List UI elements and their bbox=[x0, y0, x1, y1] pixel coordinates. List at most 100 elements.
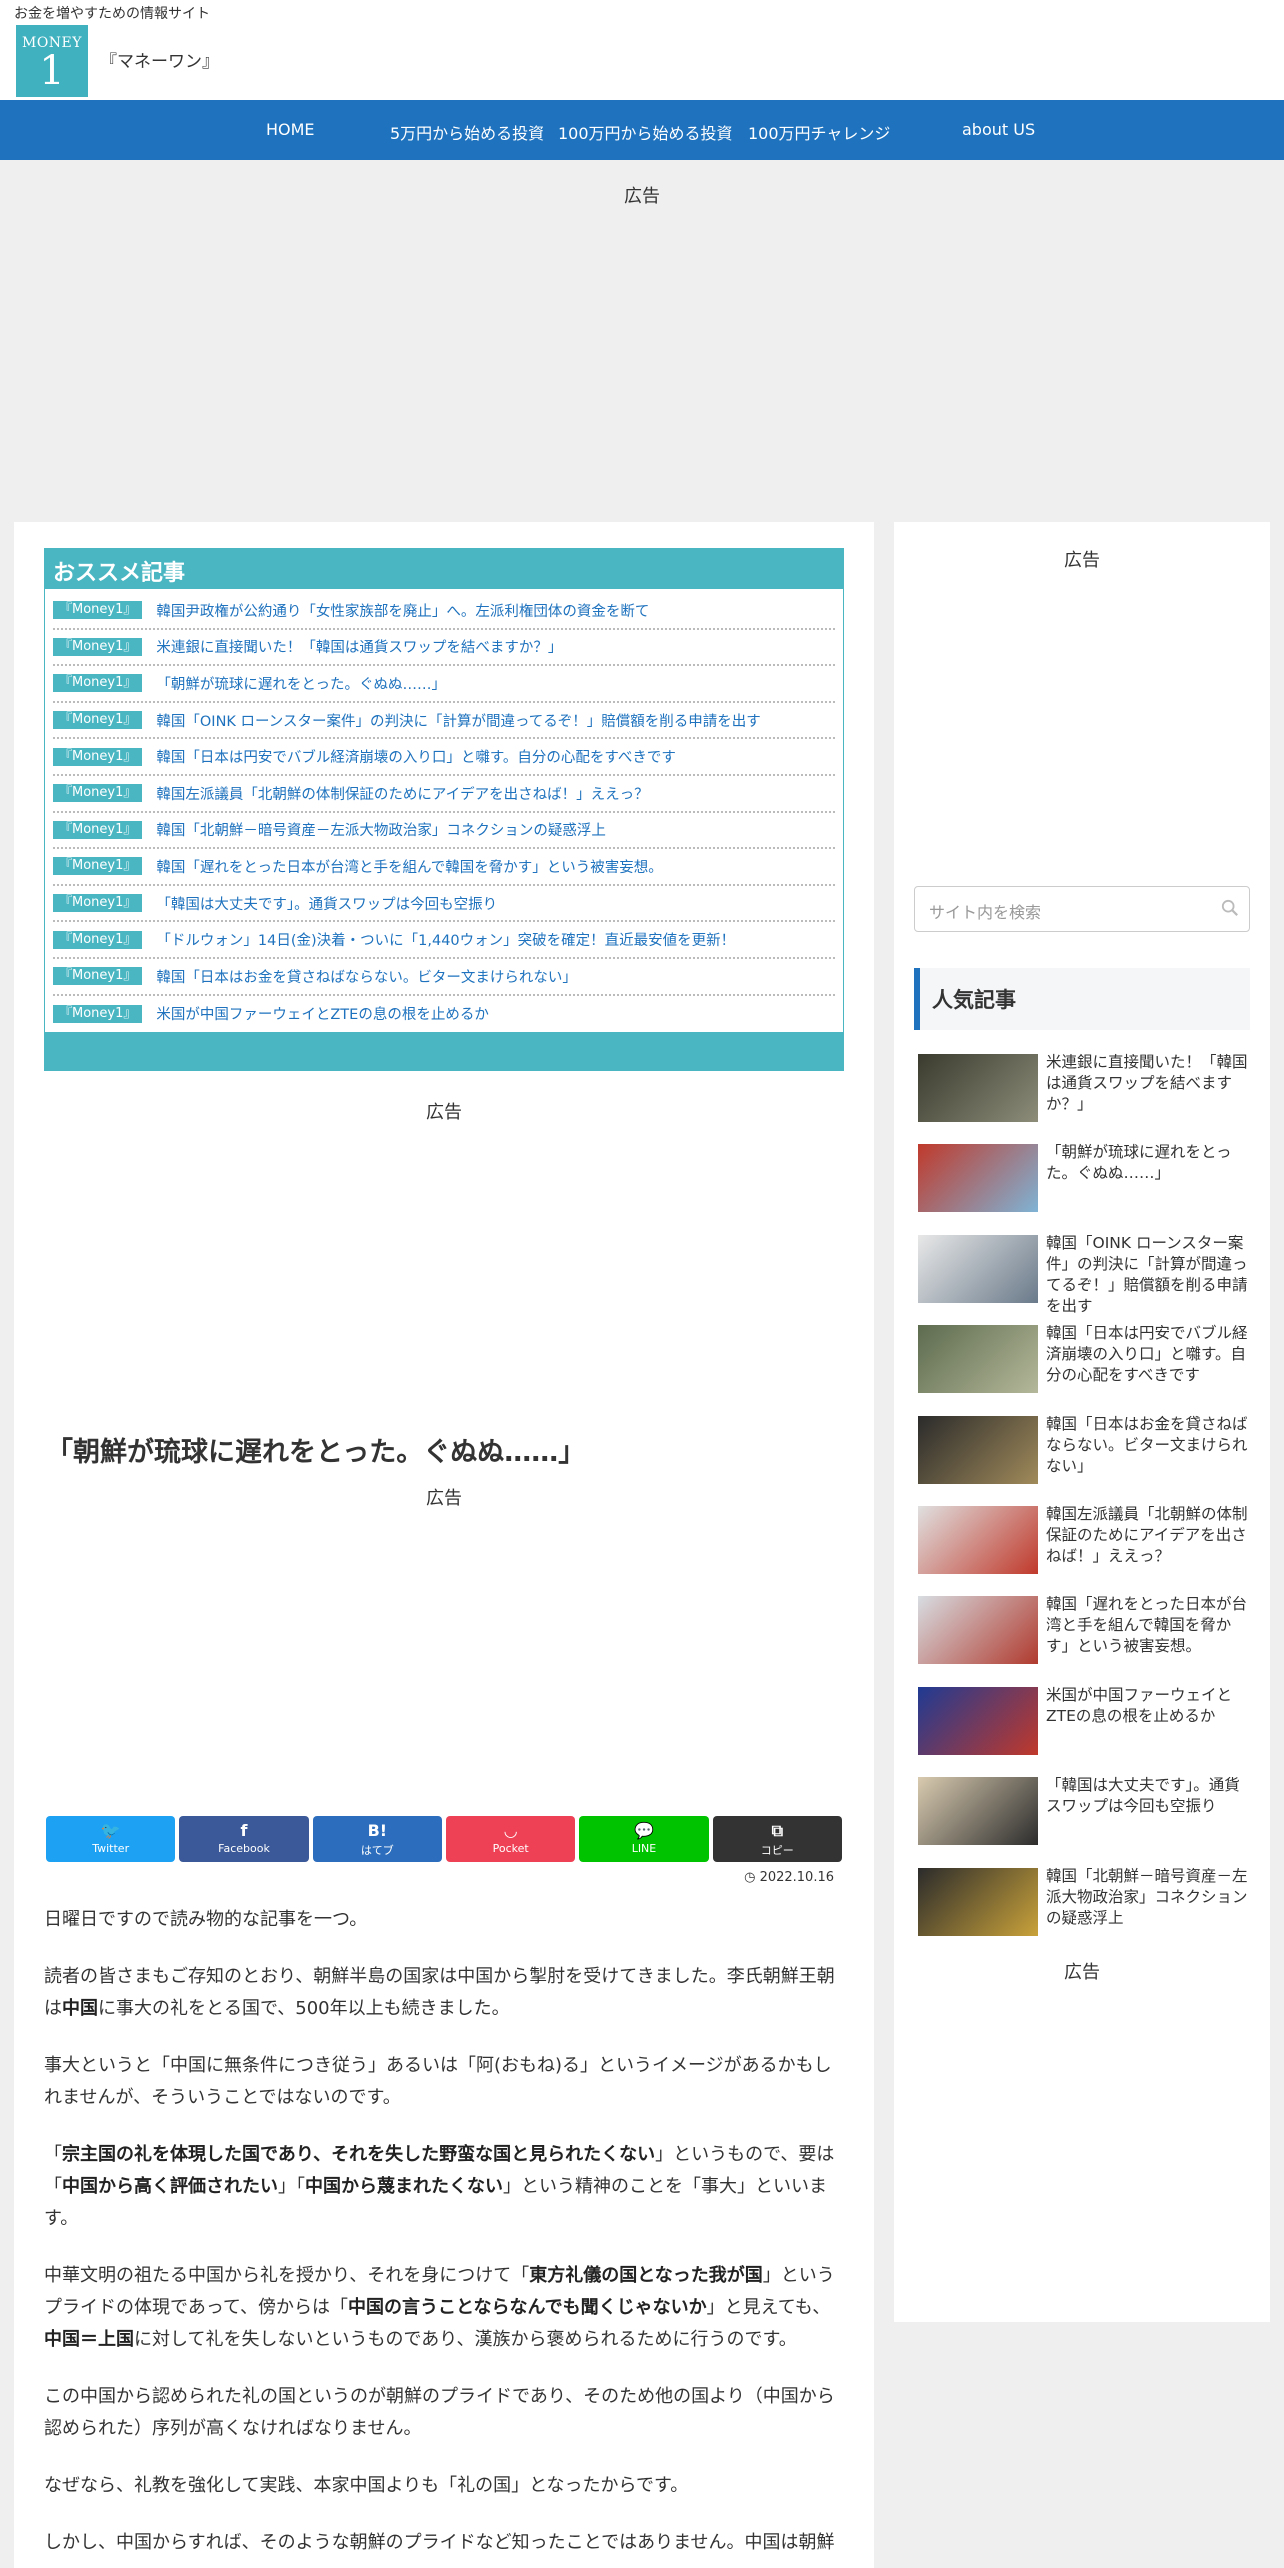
ad-label-mid: 広告 bbox=[426, 1102, 462, 1123]
search-icon[interactable] bbox=[1221, 899, 1239, 917]
recommended-link[interactable]: 韓国「遅れをとった日本が台湾と手を組んで韓国を脅かす」という被害妄想。 bbox=[156, 856, 662, 877]
main-content: おススメ記事 『Money1』 韓国尹政権が公約通り「女性家族部を廃止」へ。左派利… bbox=[14, 522, 874, 2568]
nav-item-invest-1m[interactable]: 100万円から始める投資 bbox=[558, 120, 733, 144]
share-label: Facebook bbox=[218, 1842, 270, 1855]
popular-heading: 人気記事 bbox=[914, 968, 1250, 1030]
popular-item[interactable]: 韓国「日本はお金を貸さねばならない。ビター文まけられない」 bbox=[918, 1414, 1254, 1506]
popular-item[interactable]: 米連銀に直接聞いた！「韓国は通貨スワップを結べますか？」 bbox=[918, 1052, 1254, 1144]
line-icon: 💬 bbox=[634, 1821, 654, 1840]
recommended-link[interactable]: 「韓国は大丈夫です」。通貨スワップは今回も空振り bbox=[156, 893, 497, 914]
share-label: Twitter bbox=[92, 1842, 130, 1855]
recommended-link[interactable]: 韓国左派議員「北朝鮮の体制保証のためにアイデアを出さねば！」ええっ？ bbox=[156, 783, 648, 804]
popular-thumbnail[interactable] bbox=[918, 1777, 1038, 1846]
recommended-footer bbox=[45, 1032, 843, 1071]
popular-item[interactable]: 韓国「遅れをとった日本が台湾と手を組んで韓国を脅かす」という被害妄想。 bbox=[918, 1594, 1254, 1686]
recommended-item[interactable]: 『Money1』 韓国「日本は円安でバブル経済崩壊の入り口」と囃す。自分の心配をす… bbox=[53, 739, 835, 776]
recommended-item[interactable]: 『Money1』 韓国「遅れをとった日本が台湾と手を組んで韓国を脅かす」という被害… bbox=[53, 849, 835, 886]
popular-title[interactable]: 韓国「日本はお金を貸さねばならない。ビター文まけられない」 bbox=[1046, 1414, 1254, 1477]
hatena-icon: B! bbox=[367, 1821, 388, 1840]
recommended-item[interactable]: 『Money1』 米国が中国ファーウェイとZTEの息の根を止めるか bbox=[53, 996, 835, 1033]
recommended-list: 『Money1』 韓国尹政権が公約通り「女性家族部を廃止」へ。左派利権団体の資金を… bbox=[45, 589, 843, 1032]
popular-item[interactable]: 米国が中国ファーウェイとZTEの息の根を止めるか bbox=[918, 1685, 1254, 1777]
recommended-link[interactable]: 韓国「日本は円安でバブル経済崩壊の入り口」と囃す。自分の心配をすべきです bbox=[156, 746, 676, 767]
recommended-item[interactable]: 『Money1』 韓国左派議員「北朝鮮の体制保証のためにアイデアを出さねば！」ええ… bbox=[53, 776, 835, 813]
popular-item[interactable]: 「韓国は大丈夫です」。通貨スワップは今回も空振り bbox=[918, 1775, 1254, 1867]
recommended-badge: 『Money1』 bbox=[53, 637, 143, 656]
recommended-badge: 『Money1』 bbox=[53, 711, 143, 730]
recommended-item[interactable]: 『Money1』 「韓国は大丈夫です」。通貨スワップは今回も空振り bbox=[53, 886, 835, 923]
popular-thumbnail[interactable] bbox=[918, 1415, 1038, 1484]
recommended-item[interactable]: 『Money1』 韓国尹政権が公約通り「女性家族部を廃止」へ。左派利権団体の資金を… bbox=[53, 593, 835, 630]
recommended-item[interactable]: 『Money1』 韓国「北朝鮮－暗号資産－左派大物政治家」コネクションの疑惑浮上 bbox=[53, 813, 835, 850]
share-button-はてブ[interactable]: B! はてブ bbox=[312, 1816, 442, 1862]
recommended-link[interactable]: 韓国「北朝鮮－暗号資産－左派大物政治家」コネクションの疑惑浮上 bbox=[156, 819, 606, 840]
recommended-badge: 『Money1』 bbox=[53, 601, 143, 620]
recommended-badge: 『Money1』 bbox=[53, 1004, 143, 1023]
ad-label-article: 広告 bbox=[426, 1488, 462, 1509]
recommended-item[interactable]: 『Money1』 韓国「日本はお金を貸さねばならない。ビター文まけられない」 bbox=[53, 959, 835, 996]
recommended-link[interactable]: 韓国「日本はお金を貸さねばならない。ビター文まけられない」 bbox=[156, 966, 577, 987]
recommended-link[interactable]: 韓国「OINK ローンスター案件」の判決に「計算が間違ってるぞ！」賠償額を削る申… bbox=[156, 710, 760, 731]
recommended-link[interactable]: 「ドルウォン」14日(金)決着・ついに「1,440ウォン」突破を確定！直近最安値… bbox=[156, 929, 735, 950]
popular-item[interactable]: 韓国「北朝鮮－暗号資産－左派大物政治家」コネクションの疑惑浮上 bbox=[918, 1866, 1254, 1958]
popular-title[interactable]: 韓国「日本は円安でバブル経済崩壊の入り口」と囃す。自分の心配をすべきです bbox=[1046, 1323, 1254, 1386]
paragraph-5: 中華文明の祖たる中国から礼を授かり、それを身につけて「東方礼儀の国となった我が国… bbox=[44, 2265, 835, 2350]
recommended-link[interactable]: 韓国尹政権が公約通り「女性家族部を廃止」へ。左派利権団体の資金を断て bbox=[156, 600, 649, 621]
popular-title[interactable]: 韓国左派議員「北朝鮮の体制保証のためにアイデアを出さねば！」ええっ？ bbox=[1046, 1504, 1254, 1567]
popular-title[interactable]: 韓国「OINK ローンスター案件」の判決に「計算が間違ってるぞ！」賠償額を削る申… bbox=[1046, 1233, 1254, 1317]
search-placeholder: サイト内を検索 bbox=[929, 903, 1042, 922]
popular-title[interactable]: 米連銀に直接聞いた！「韓国は通貨スワップを結べますか？」 bbox=[1046, 1052, 1254, 1115]
popular-thumbnail[interactable] bbox=[918, 1054, 1038, 1122]
popular-title[interactable]: 韓国「北朝鮮－暗号資産－左派大物政治家」コネクションの疑惑浮上 bbox=[1046, 1866, 1254, 1929]
site-name[interactable]: 『マネーワン』 bbox=[100, 47, 219, 72]
popular-thumbnail[interactable] bbox=[918, 1505, 1038, 1574]
recommended-badge: 『Money1』 bbox=[53, 674, 143, 693]
recommended-link[interactable]: 米国が中国ファーウェイとZTEの息の根を止めるか bbox=[156, 1003, 488, 1024]
popular-thumbnail[interactable] bbox=[918, 1325, 1038, 1394]
recommended-badge: 『Money1』 bbox=[53, 784, 143, 803]
site-logo[interactable]: MONEY 1 bbox=[16, 25, 88, 97]
main-nav: HOME 5万円から始める投資 100万円から始める投資 100万円チャレンジ … bbox=[0, 100, 1284, 160]
popular-thumbnail[interactable] bbox=[918, 1596, 1038, 1665]
popular-title[interactable]: 「韓国は大丈夫です」。通貨スワップは今回も空振り bbox=[1046, 1775, 1254, 1817]
article-title: 「朝鮮が琉球に遅れをとった。ぐぬぬ……」 bbox=[46, 1437, 586, 1468]
recommended-heading: おススメ記事 bbox=[45, 549, 843, 589]
ad-label-top: 広告 bbox=[624, 186, 660, 207]
share-button-pocket[interactable]: ◡ Pocket bbox=[445, 1816, 576, 1862]
nav-item-home[interactable]: HOME bbox=[266, 120, 315, 139]
paragraph-7: なぜなら、礼教を強化して実践、本家中国よりも「礼の国」となったからです。 bbox=[44, 2475, 689, 2496]
popular-title[interactable]: 韓国「遅れをとった日本が台湾と手を組んで韓国を脅かす」という被害妄想。 bbox=[1046, 1594, 1254, 1657]
share-button-コピー[interactable]: ⧉ コピー bbox=[712, 1816, 842, 1862]
recommended-item[interactable]: 『Money1』 「ドルウォン」14日(金)決着・ついに「1,440ウォン」突破を… bbox=[53, 922, 835, 959]
article-body: 日曜日ですので読み物的な記事を一つ。 読者の皆さまもご存知のとおり、朝鮮半島の国… bbox=[44, 1904, 846, 2568]
ad-label-sidebar-bottom: 広告 bbox=[1064, 1962, 1100, 1983]
nav-item-about[interactable]: about US bbox=[962, 120, 1035, 139]
facebook-icon: f bbox=[240, 1821, 248, 1840]
recommended-item[interactable]: 『Money1』 韓国「OINK ローンスター案件」の判決に「計算が間違ってるぞ！… bbox=[53, 703, 835, 740]
popular-item[interactable]: 「朝鮮が琉球に遅れをとった。ぐぬぬ……」 bbox=[918, 1142, 1254, 1234]
recommended-item[interactable]: 『Money1』 米連銀に直接聞いた！「韓国は通貨スワップを結べますか？」 bbox=[53, 630, 835, 667]
share-button-line[interactable]: 💬 LINE bbox=[579, 1816, 709, 1862]
popular-item[interactable]: 韓国「日本は円安でバブル経済崩壊の入り口」と囃す。自分の心配をすべきです bbox=[918, 1323, 1254, 1415]
popular-item[interactable]: 韓国左派議員「北朝鮮の体制保証のためにアイデアを出さねば！」ええっ？ bbox=[918, 1504, 1254, 1596]
paragraph-3: 事大というと「中国に無条件につき従う」あるいは「阿(おもね)る」というイメージが… bbox=[44, 2055, 832, 2108]
copy-icon: ⧉ bbox=[771, 1821, 784, 1840]
recommended-item[interactable]: 『Money1』 「朝鮮が琉球に遅れをとった。ぐぬぬ……」 bbox=[53, 666, 835, 703]
recommended-link[interactable]: 米連銀に直接聞いた！「韓国は通貨スワップを結べますか？」 bbox=[156, 636, 562, 657]
nav-item-invest-50k[interactable]: 5万円から始める投資 bbox=[390, 120, 544, 144]
share-button-facebook[interactable]: f Facebook bbox=[179, 1816, 309, 1862]
popular-thumbnail[interactable] bbox=[918, 1234, 1038, 1303]
paragraph-8: しかし、中国からすれば、そのような朝鮮のプライドなど知ったことではありません。中… bbox=[44, 2532, 835, 2553]
popular-thumbnail[interactable] bbox=[918, 1867, 1038, 1936]
paragraph-1: 日曜日ですので読み物的な記事を一つ。 bbox=[44, 1909, 368, 1930]
recommended-link[interactable]: 「朝鮮が琉球に遅れをとった。ぐぬぬ……」 bbox=[156, 673, 446, 694]
popular-thumbnail[interactable] bbox=[918, 1144, 1038, 1213]
search-input[interactable]: サイト内を検索 bbox=[914, 886, 1250, 932]
popular-thumbnail[interactable] bbox=[918, 1686, 1038, 1755]
share-label: LINE bbox=[631, 1842, 657, 1855]
popular-title[interactable]: 「朝鮮が琉球に遅れをとった。ぐぬぬ……」 bbox=[1046, 1142, 1254, 1184]
nav-item-challenge[interactable]: 100万円チャレンジ bbox=[748, 120, 890, 144]
popular-title[interactable]: 米国が中国ファーウェイとZTEの息の根を止めるか bbox=[1046, 1685, 1254, 1727]
popular-item[interactable]: 韓国「OINK ローンスター案件」の判決に「計算が間違ってるぞ！」賠償額を削る申… bbox=[918, 1233, 1254, 1325]
share-button-twitter[interactable]: 🐦 Twitter bbox=[46, 1816, 176, 1862]
